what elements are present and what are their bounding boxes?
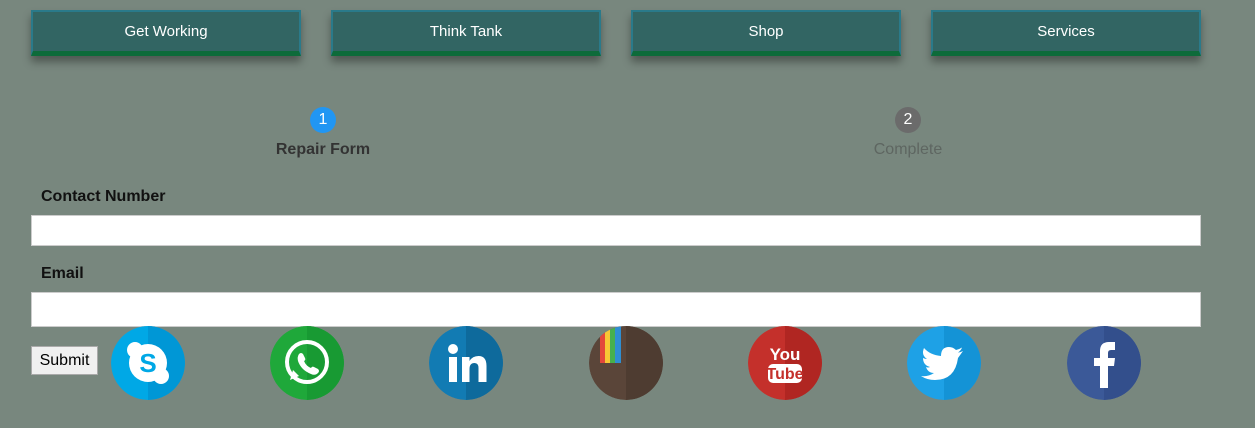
twitter-icon[interactable]	[907, 326, 981, 400]
skype-icon[interactable]: S	[111, 326, 185, 400]
whatsapp-icon[interactable]	[270, 326, 344, 400]
svg-text:S: S	[139, 348, 156, 378]
step-number-badge: 2	[895, 107, 921, 133]
email-input[interactable]	[31, 292, 1201, 327]
nav-label: Get Working	[124, 23, 208, 40]
youtube-icon[interactable]: You Tube	[748, 326, 822, 400]
nav-get-working-button[interactable]: Get Working	[31, 10, 301, 56]
step-label: Complete	[873, 141, 943, 158]
nav-think-tank-button[interactable]: Think Tank	[331, 10, 601, 56]
step-complete: 2 Complete	[828, 107, 988, 159]
step-label: Repair Form	[275, 141, 371, 158]
nav-label: Think Tank	[429, 23, 503, 40]
step-repair-form: 1 Repair Form	[243, 107, 403, 159]
nav-label: Services	[1037, 23, 1095, 40]
youtube-text-top: You	[770, 345, 801, 364]
nav-label: Shop	[748, 23, 784, 40]
step-number-badge: 1	[310, 107, 336, 133]
facebook-icon[interactable]	[1067, 326, 1141, 400]
contact-number-label: Contact Number	[41, 188, 166, 205]
nav-services-button[interactable]: Services	[931, 10, 1201, 56]
email-label: Email	[41, 265, 84, 282]
instagram-icon[interactable]	[589, 326, 663, 400]
nav-shop-button[interactable]: Shop	[631, 10, 901, 56]
linkedin-icon[interactable]	[429, 326, 503, 400]
submit-button[interactable]: Submit	[31, 346, 98, 375]
youtube-text-bottom: Tube	[766, 366, 803, 383]
contact-number-input[interactable]	[31, 215, 1201, 246]
